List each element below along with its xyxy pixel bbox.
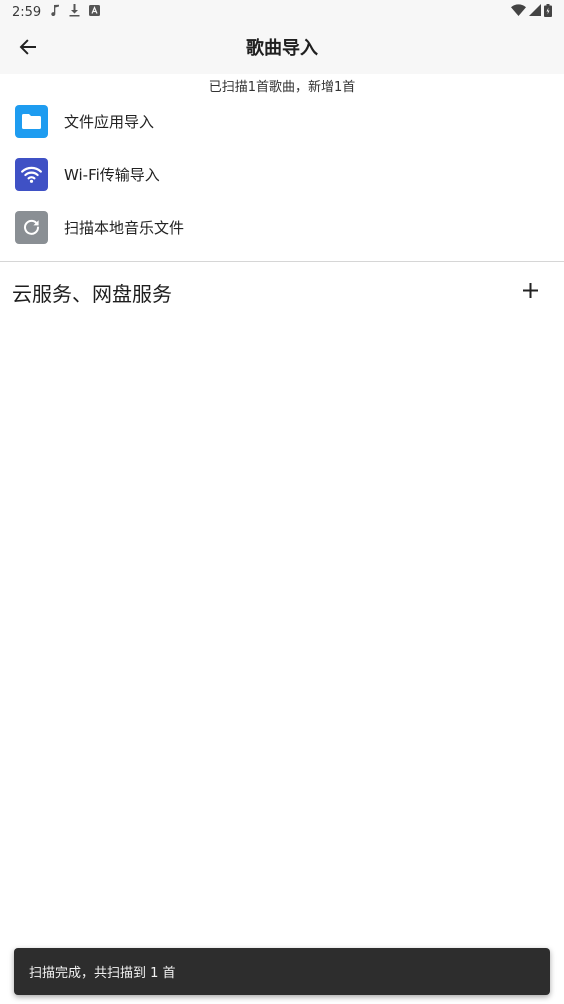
- import-option-scan-local[interactable]: 扫描本地音乐文件: [0, 202, 564, 252]
- divider: [0, 261, 564, 262]
- cellular-icon: [529, 4, 541, 20]
- back-button[interactable]: [10, 31, 46, 67]
- wifi-icon: [511, 4, 526, 20]
- cloud-section-title: 云服务、网盘服务: [12, 282, 172, 306]
- music-note-icon: [50, 4, 60, 20]
- download-icon: [69, 3, 80, 21]
- import-option-label: 扫描本地音乐文件: [64, 218, 185, 237]
- battery-icon: [544, 3, 552, 21]
- wifi-icon: [15, 157, 48, 191]
- import-option-wifi[interactable]: Wi-Fi传输导入: [0, 149, 564, 199]
- app-badge-icon: [89, 4, 101, 20]
- page-title: 歌曲导入: [246, 38, 318, 59]
- status-time: 2:59: [12, 4, 42, 20]
- scan-summary: 已扫描1首歌曲，新增1首: [208, 80, 356, 95]
- status-bar: 2:59: [0, 0, 564, 24]
- snackbar-text: 扫描完成，共扫描到 1 首: [29, 966, 176, 981]
- import-option-label: 文件应用导入: [64, 112, 155, 131]
- app-bar: 歌曲导入: [0, 24, 564, 74]
- plus-icon: [522, 282, 538, 302]
- folder-icon: [15, 104, 48, 138]
- add-cloud-service-button[interactable]: [512, 274, 548, 310]
- import-option-file-app[interactable]: 文件应用导入: [0, 96, 564, 146]
- import-option-label: Wi-Fi传输导入: [64, 165, 160, 184]
- arrow-back-icon: [19, 38, 37, 60]
- snackbar: 扫描完成，共扫描到 1 首: [14, 948, 550, 995]
- refresh-icon: [15, 210, 48, 244]
